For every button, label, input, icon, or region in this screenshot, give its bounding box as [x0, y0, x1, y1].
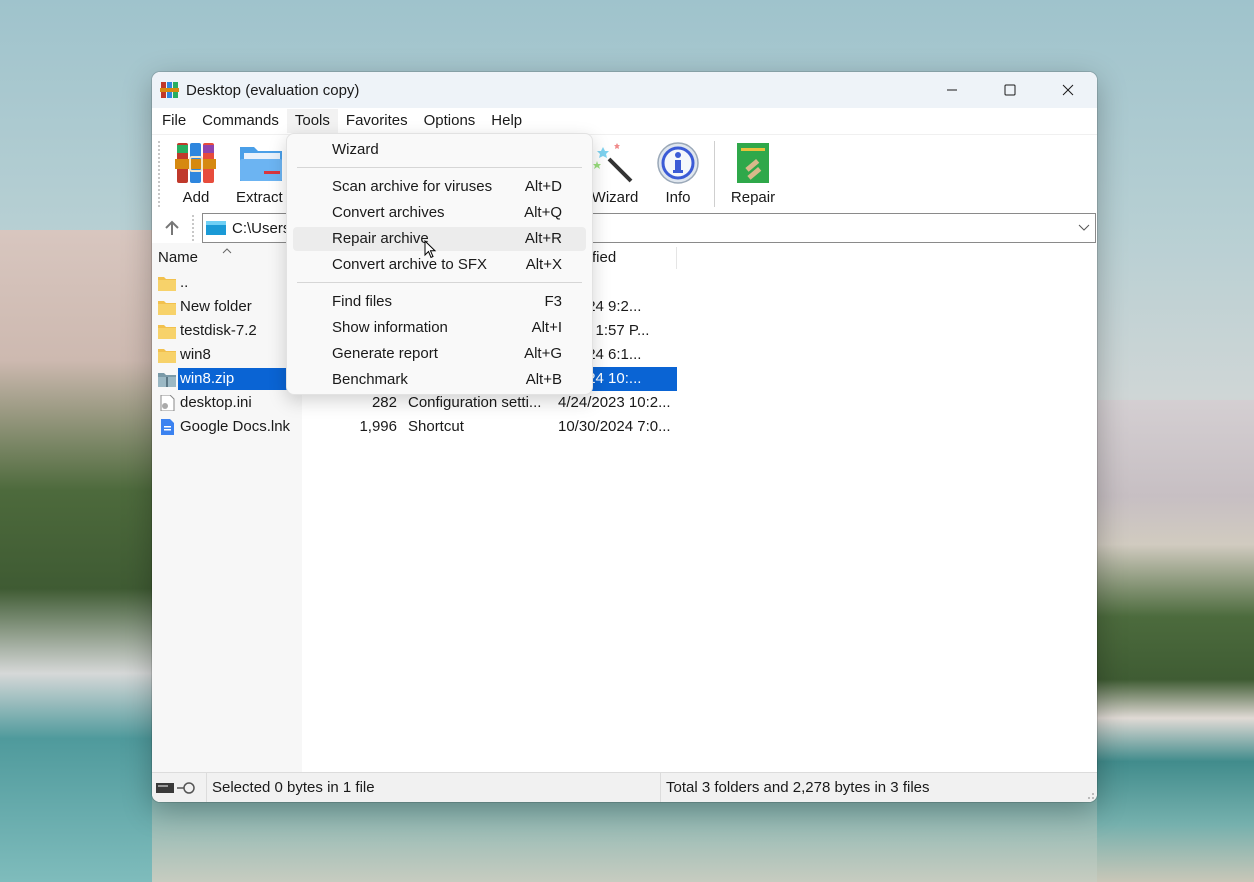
wizard-button[interactable]: Wizard	[592, 135, 638, 206]
file-name: testdisk-7.2	[180, 322, 257, 339]
folder-icon	[158, 325, 176, 339]
wizard-wand-icon	[593, 143, 633, 183]
status-total: Total 3 folders and 2,278 bytes in 3 fil…	[666, 779, 930, 796]
up-folder-button[interactable]	[152, 213, 192, 243]
file-name: win8	[180, 346, 211, 363]
menu-item-scan-viruses[interactable]: Scan archive for viruses Alt+D	[293, 175, 586, 199]
window-title: Desktop (evaluation copy)	[186, 81, 360, 99]
menu-bar: File Commands Tools Favorites Options He…	[152, 108, 1097, 134]
menu-item-show-information[interactable]: Show information Alt+I	[293, 316, 586, 340]
zip-archive-icon	[158, 373, 176, 387]
arrow-up-icon	[165, 220, 179, 235]
toolbar-grip[interactable]	[158, 141, 162, 207]
drive-icon	[206, 221, 226, 235]
folder-icon	[158, 277, 176, 291]
status-selected: Selected 0 bytes in 1 file	[212, 779, 375, 796]
menu-item-wizard[interactable]: Wizard	[293, 138, 586, 162]
address-grip[interactable]	[192, 215, 196, 241]
minimize-icon	[947, 89, 957, 91]
winrar-app-icon	[160, 80, 180, 100]
info-label: Info	[665, 189, 691, 206]
google-docs-icon	[161, 419, 174, 435]
toolbar-separator	[714, 141, 715, 207]
menu-help[interactable]: Help	[483, 109, 530, 133]
file-type: Configuration setti...	[408, 394, 542, 411]
menu-item-benchmark[interactable]: Benchmark Alt+B	[293, 368, 586, 392]
file-name: ..	[180, 274, 189, 291]
status-bar: Selected 0 bytes in 1 file Total 3 folde…	[152, 772, 1097, 802]
menu-item-repair-archive[interactable]: Repair archive Alt+R	[293, 227, 586, 251]
settings-file-icon	[160, 395, 175, 411]
file-name: Google Docs.lnk	[180, 418, 291, 435]
extract-folder-icon	[240, 147, 282, 181]
menu-file[interactable]: File	[154, 109, 194, 133]
menu-separator	[297, 282, 582, 283]
menu-favorites[interactable]: Favorites	[338, 109, 416, 133]
repair-book-icon	[737, 143, 769, 183]
maximize-icon	[1004, 84, 1016, 96]
add-label: Add	[182, 189, 210, 206]
close-icon	[1062, 84, 1074, 96]
tools-menu: Wizard Scan archive for viruses Alt+D Co…	[286, 133, 593, 395]
menu-item-find-files[interactable]: Find files F3	[293, 290, 586, 314]
menu-options[interactable]: Options	[416, 109, 484, 133]
key-icon[interactable]	[177, 781, 195, 795]
repair-button[interactable]: Repair	[727, 135, 779, 206]
wizard-label: Wizard	[591, 189, 639, 206]
file-size: 1,996	[359, 418, 397, 435]
add-button[interactable]: Add	[174, 135, 218, 206]
column-name[interactable]: Name	[158, 249, 198, 266]
menu-commands[interactable]: Commands	[194, 109, 287, 133]
folder-icon	[158, 349, 176, 363]
mouse-cursor-icon	[424, 240, 437, 259]
file-modified: 4/24/2023 10:2...	[558, 394, 671, 411]
minimize-button[interactable]	[923, 72, 981, 108]
drive-status-icon[interactable]	[156, 782, 174, 794]
info-icon	[657, 142, 699, 184]
sort-ascending-icon	[222, 241, 232, 259]
folder-icon	[158, 301, 176, 315]
menu-separator	[297, 167, 582, 168]
close-button[interactable]	[1039, 72, 1097, 108]
menu-item-generate-report[interactable]: Generate report Alt+G	[293, 342, 586, 366]
repair-label: Repair	[730, 189, 776, 206]
file-name: New folder	[180, 298, 252, 315]
title-bar[interactable]: Desktop (evaluation copy)	[152, 72, 1097, 108]
chevron-down-icon	[1078, 224, 1090, 231]
file-type: Shortcut	[408, 418, 464, 435]
maximize-button[interactable]	[981, 72, 1039, 108]
menu-tools[interactable]: Tools	[286, 109, 338, 133]
add-archive-icon	[175, 143, 216, 183]
address-dropdown-button[interactable]	[1073, 224, 1095, 232]
file-size: 282	[371, 394, 397, 411]
info-button[interactable]: Info	[656, 135, 700, 206]
file-row[interactable]: Google Docs.lnk 1,996 Shortcut 10/30/202…	[152, 415, 677, 439]
resize-grip-icon[interactable]	[1085, 790, 1095, 800]
desktop-wallpaper-right	[1097, 400, 1254, 882]
menu-item-convert-sfx[interactable]: Convert archive to SFX Alt+X	[293, 253, 586, 277]
file-modified: 10/30/2024 7:0...	[558, 418, 671, 435]
desktop-wallpaper-left	[0, 230, 152, 882]
column-modified[interactable]: fied	[592, 249, 616, 266]
file-name: win8.zip	[178, 368, 288, 390]
menu-item-convert-archives[interactable]: Convert archives Alt+Q	[293, 201, 586, 225]
file-name: desktop.ini	[180, 394, 252, 411]
